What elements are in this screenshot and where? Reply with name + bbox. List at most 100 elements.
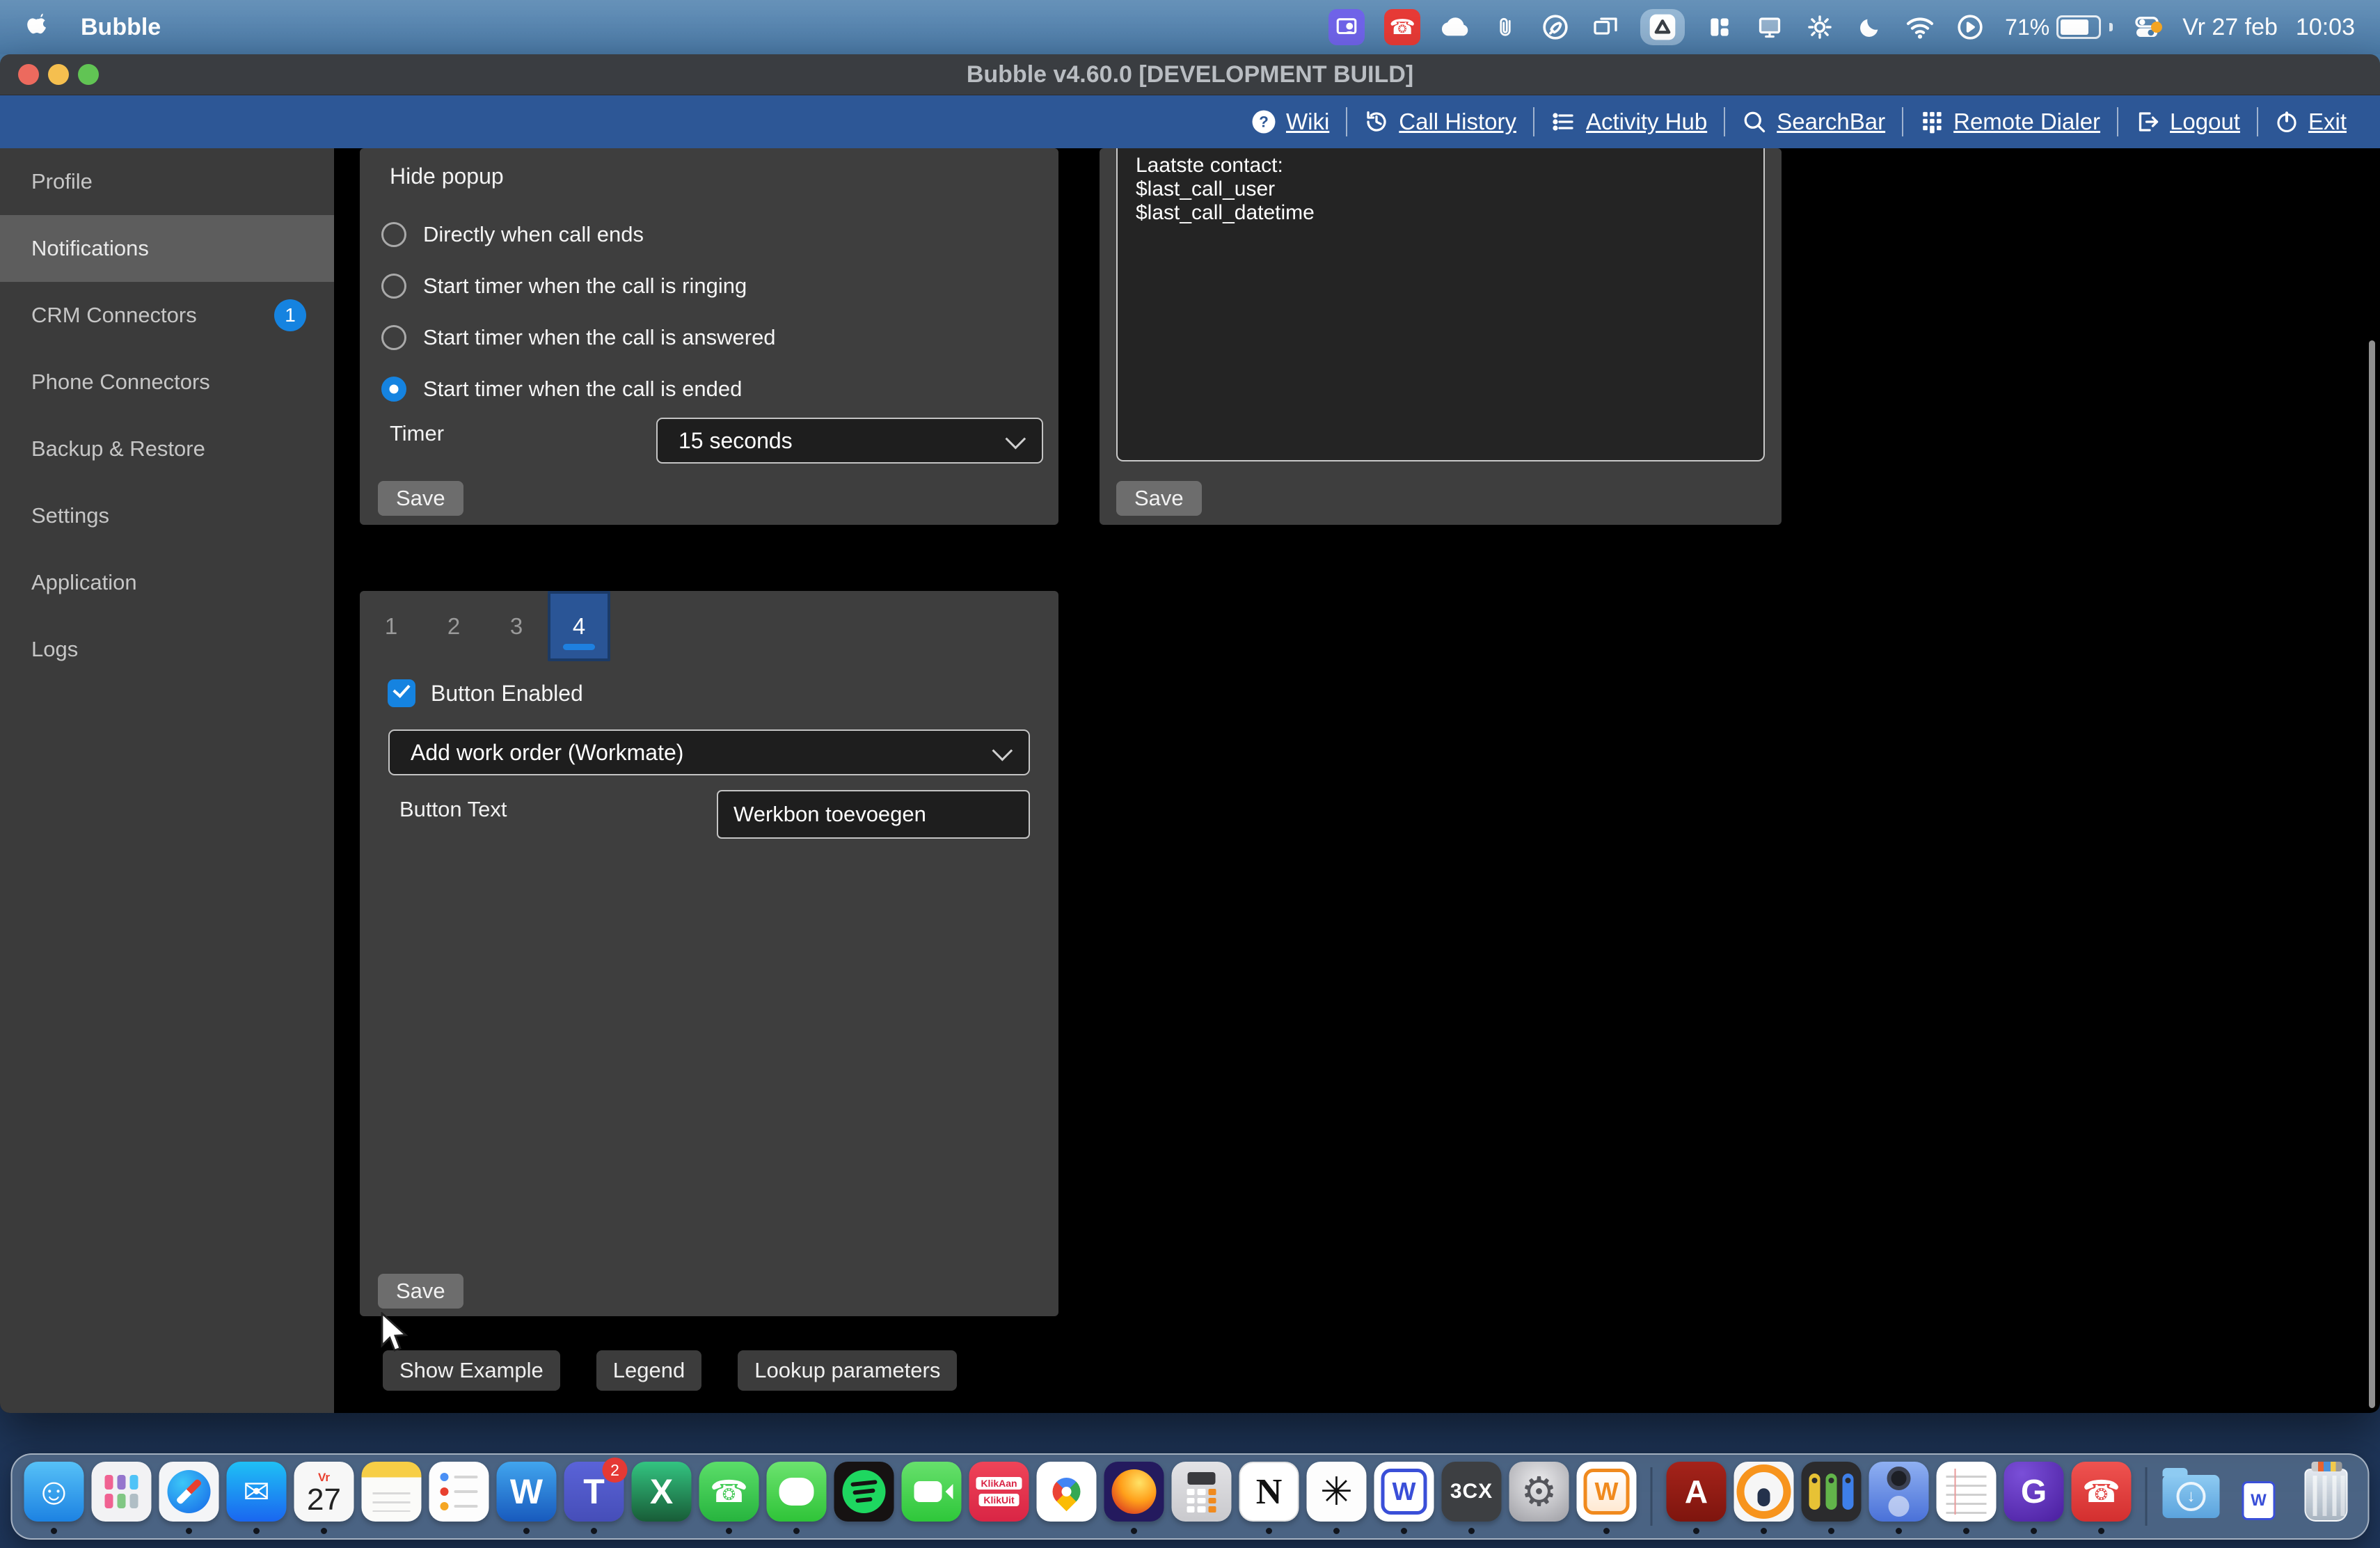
- lookup-parameters-button[interactable]: Lookup parameters: [738, 1350, 957, 1391]
- dock-icon-word[interactable]: W: [496, 1458, 557, 1535]
- dock-icon-teams[interactable]: T2: [564, 1458, 625, 1535]
- action-tab-3[interactable]: 3: [485, 591, 548, 661]
- radio-label: Directly when call ends: [423, 222, 644, 247]
- running-indicator: [1603, 1528, 1610, 1534]
- action-tab-2[interactable]: 2: [422, 591, 485, 661]
- dock-icon-google-maps[interactable]: [1036, 1458, 1097, 1535]
- menubar-app-name[interactable]: Bubble: [81, 14, 161, 41]
- sidebar-item-application[interactable]: Application: [0, 549, 334, 616]
- sidebar-item-phone-connectors[interactable]: Phone Connectors: [0, 349, 334, 416]
- template-textarea[interactable]: Laatste contact: $last_call_user $last_c…: [1116, 148, 1765, 461]
- dock-icon-minimized-document[interactable]: W: [2228, 1458, 2290, 1535]
- rocket-icon[interactable]: [1540, 8, 1571, 47]
- dock-icon-notes[interactable]: [361, 1458, 422, 1535]
- nav-link-exit[interactable]: Exit: [2275, 109, 2347, 135]
- nav-link-activity-hub[interactable]: Activity Hub: [1551, 109, 1707, 135]
- show-example-button[interactable]: Show Example: [383, 1350, 560, 1391]
- dock-icon-genie-app[interactable]: G: [2004, 1458, 2065, 1535]
- display-icon[interactable]: [1754, 8, 1785, 47]
- dock-icon-workmate-web[interactable]: W: [1576, 1458, 1637, 1535]
- call-indicator[interactable]: ☎: [1384, 8, 1420, 47]
- sidebar-item-label: Backup & Restore: [31, 436, 205, 461]
- button-text-input[interactable]: [717, 790, 1030, 839]
- running-indicator: [2098, 1528, 2104, 1534]
- dock-icon-safari[interactable]: [159, 1458, 220, 1535]
- radio-option-3[interactable]: Start timer when the call is answered: [381, 324, 776, 352]
- popup-save-button[interactable]: Save: [378, 481, 463, 516]
- dock-icon-messages[interactable]: [766, 1458, 827, 1535]
- brightness-icon[interactable]: [1804, 8, 1835, 47]
- dock-icon-3cx[interactable]: 3CX: [1441, 1458, 1502, 1535]
- running-indicator: [1401, 1528, 1407, 1534]
- dock-icon-trash[interactable]: [2296, 1458, 2357, 1535]
- dock-icon-finder[interactable]: ☺: [24, 1458, 85, 1535]
- timer-label: Timer: [390, 421, 444, 446]
- triangle-app-icon[interactable]: [1640, 8, 1685, 47]
- dock-icon-mail[interactable]: ✉: [226, 1458, 287, 1535]
- menu-bar: Bubble ☎ 71% Vr 27 feb 10:03: [0, 0, 2380, 54]
- radio-label: Start timer when the call is ended: [423, 377, 742, 402]
- sidebar-item-settings[interactable]: Settings: [0, 482, 334, 549]
- window-tiling-icon[interactable]: [1704, 8, 1735, 47]
- footer-buttons: Show Example Legend Lookup parameters: [383, 1350, 957, 1391]
- dock-icon-downloads-folder[interactable]: ↓: [2161, 1458, 2222, 1535]
- action-select[interactable]: Add work order (Workmate): [388, 729, 1030, 775]
- radio-icon: [381, 274, 406, 299]
- nav-link-searchbar[interactable]: SearchBar: [1742, 109, 1885, 135]
- menubar-clock[interactable]: Vr 27 feb 10:03: [2182, 14, 2355, 41]
- nav-link-remote-dialer[interactable]: Remote Dialer: [1920, 109, 2100, 135]
- dock-icon-facetime[interactable]: [901, 1458, 962, 1535]
- battery-indicator[interactable]: 71%: [2005, 8, 2113, 47]
- nav-link-wiki[interactable]: ?Wiki: [1251, 109, 1329, 135]
- focus-icon[interactable]: [1855, 8, 1885, 47]
- dock-icon-calendar[interactable]: Vr27: [294, 1458, 355, 1535]
- sidebar-item-crm-connectors[interactable]: CRM Connectors1: [0, 282, 334, 349]
- nav-link-call-history[interactable]: Call History: [1364, 109, 1516, 135]
- sidebar-item-label: Profile: [31, 169, 93, 194]
- playback-icon[interactable]: [1955, 8, 1985, 47]
- radio-option-1[interactable]: Directly when call ends: [381, 221, 644, 248]
- dock-icon-klikaanklikuit[interactable]: KlikAanKlikUit: [969, 1458, 1030, 1535]
- dock-icon-notion[interactable]: N: [1239, 1458, 1300, 1535]
- dock-icon-workmate[interactable]: W: [1374, 1458, 1435, 1535]
- dock-icon-openvpn[interactable]: [1734, 1458, 1795, 1535]
- vertical-scrollbar[interactable]: [2369, 340, 2375, 1408]
- button-enabled-checkbox[interactable]: [388, 679, 415, 707]
- dock-icon-firefox[interactable]: [1104, 1458, 1165, 1535]
- dock-icon-phone-keypad[interactable]: [1171, 1458, 1232, 1535]
- dialpad-icon: [1920, 110, 1944, 134]
- legend-button[interactable]: Legend: [596, 1350, 701, 1391]
- sidebar-item-backup-restore[interactable]: Backup & Restore: [0, 416, 334, 482]
- dock-icon-hand-mirror[interactable]: [1869, 1458, 1930, 1535]
- wifi-icon[interactable]: [1905, 8, 1935, 47]
- dock-icon-textedit[interactable]: [1936, 1458, 1997, 1535]
- screen-mirroring-icon[interactable]: [1590, 8, 1621, 47]
- sidebar-item-logs[interactable]: Logs: [0, 616, 334, 683]
- cloud-status-icon[interactable]: [1440, 8, 1470, 47]
- apple-menu-icon[interactable]: [25, 12, 51, 42]
- nav-link-logout[interactable]: Logout: [2135, 109, 2240, 135]
- dock-icon-chatgpt[interactable]: ✳: [1306, 1458, 1367, 1535]
- sidebar-item-notifications[interactable]: Notifications: [0, 215, 334, 282]
- paperclip-icon[interactable]: [1490, 8, 1521, 47]
- toggles-icon[interactable]: [2132, 8, 2163, 47]
- timer-select[interactable]: 15 seconds: [656, 418, 1043, 464]
- dock-icon-launchpad[interactable]: [91, 1458, 152, 1535]
- dock-icon-reminders[interactable]: [429, 1458, 490, 1535]
- template-save-button[interactable]: Save: [1116, 481, 1202, 516]
- dock-icon-phone-red[interactable]: ☎: [2071, 1458, 2132, 1535]
- dock-separator: [2145, 1467, 2148, 1526]
- action-tab-4[interactable]: 4: [548, 591, 610, 661]
- action-save-button[interactable]: Save: [378, 1274, 463, 1309]
- action-tab-1[interactable]: 1: [360, 591, 422, 661]
- sidebar-item-profile[interactable]: Profile: [0, 148, 334, 215]
- dock-icon-system-settings[interactable]: ⚙: [1509, 1458, 1570, 1535]
- dock-icon-password-keys[interactable]: [1801, 1458, 1862, 1535]
- radio-option-2[interactable]: Start timer when the call is ringing: [381, 272, 747, 300]
- dock-icon-excel[interactable]: X: [631, 1458, 692, 1535]
- dock-icon-acrobat[interactable]: A: [1666, 1458, 1727, 1535]
- radio-option-4[interactable]: Start timer when the call is ended: [381, 375, 742, 403]
- screen-sharing-indicator[interactable]: [1328, 8, 1365, 47]
- dock-icon-whatsapp[interactable]: ☎: [699, 1458, 760, 1535]
- dock-icon-spotify[interactable]: [834, 1458, 895, 1535]
